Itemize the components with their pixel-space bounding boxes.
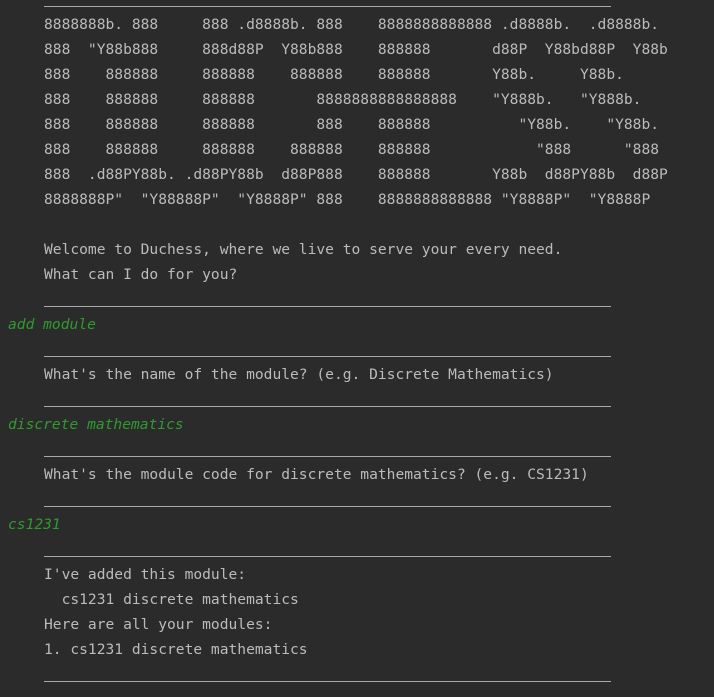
separator-line [44, 681, 611, 682]
separator-line [44, 406, 611, 407]
banner-line: 8888888b. 888 888 .d8888b. 888 888888888… [44, 16, 660, 33]
greeting-text: Welcome to Duchess, where we live to ser… [44, 241, 563, 258]
banner-line: 888 888888 888888 888888 888888 "888 "88… [44, 141, 660, 158]
response-text: What's the name of the module? (e.g. Dis… [44, 366, 554, 383]
banner-line: 8888888P" "Y88888P" "Y8888P" 888 8888888… [44, 191, 651, 208]
banner-line: 888 "Y88b888 888d88P Y88b888 888888 d88P… [44, 41, 668, 58]
separator-line [44, 506, 611, 507]
separator-line [44, 306, 611, 307]
user-input: discrete mathematics [8, 416, 184, 433]
response-text: cs1231 discrete mathematics [44, 591, 299, 608]
user-input: cs1231 [8, 516, 61, 533]
greeting-prompt: What can I do for you? [44, 266, 238, 283]
separator-line [44, 456, 611, 457]
terminal-output[interactable]: 8888888b. 888 888 .d8888b. 888 888888888… [0, 0, 714, 697]
banner-line: 888 888888 888888 888 888888 "Y88b. "Y88… [44, 116, 660, 133]
response-text: What's the module code for discrete math… [44, 466, 589, 483]
response-text: 1. cs1231 discrete mathematics [44, 641, 308, 658]
banner-line: 888 888888 888888 888888 888888 Y88b. Y8… [44, 66, 624, 83]
banner-line: 888 888888 888888 8888888888888888 "Y888… [44, 91, 642, 108]
separator-line [44, 6, 611, 7]
separator-line [44, 356, 611, 357]
separator-line [44, 556, 611, 557]
banner-line: 888 .d88PY88b. .d88PY88b d88P888 888888 … [44, 166, 668, 183]
response-text: Here are all your modules: [44, 616, 273, 633]
user-input: add module [8, 316, 96, 333]
response-text: I've added this module: [44, 566, 247, 583]
